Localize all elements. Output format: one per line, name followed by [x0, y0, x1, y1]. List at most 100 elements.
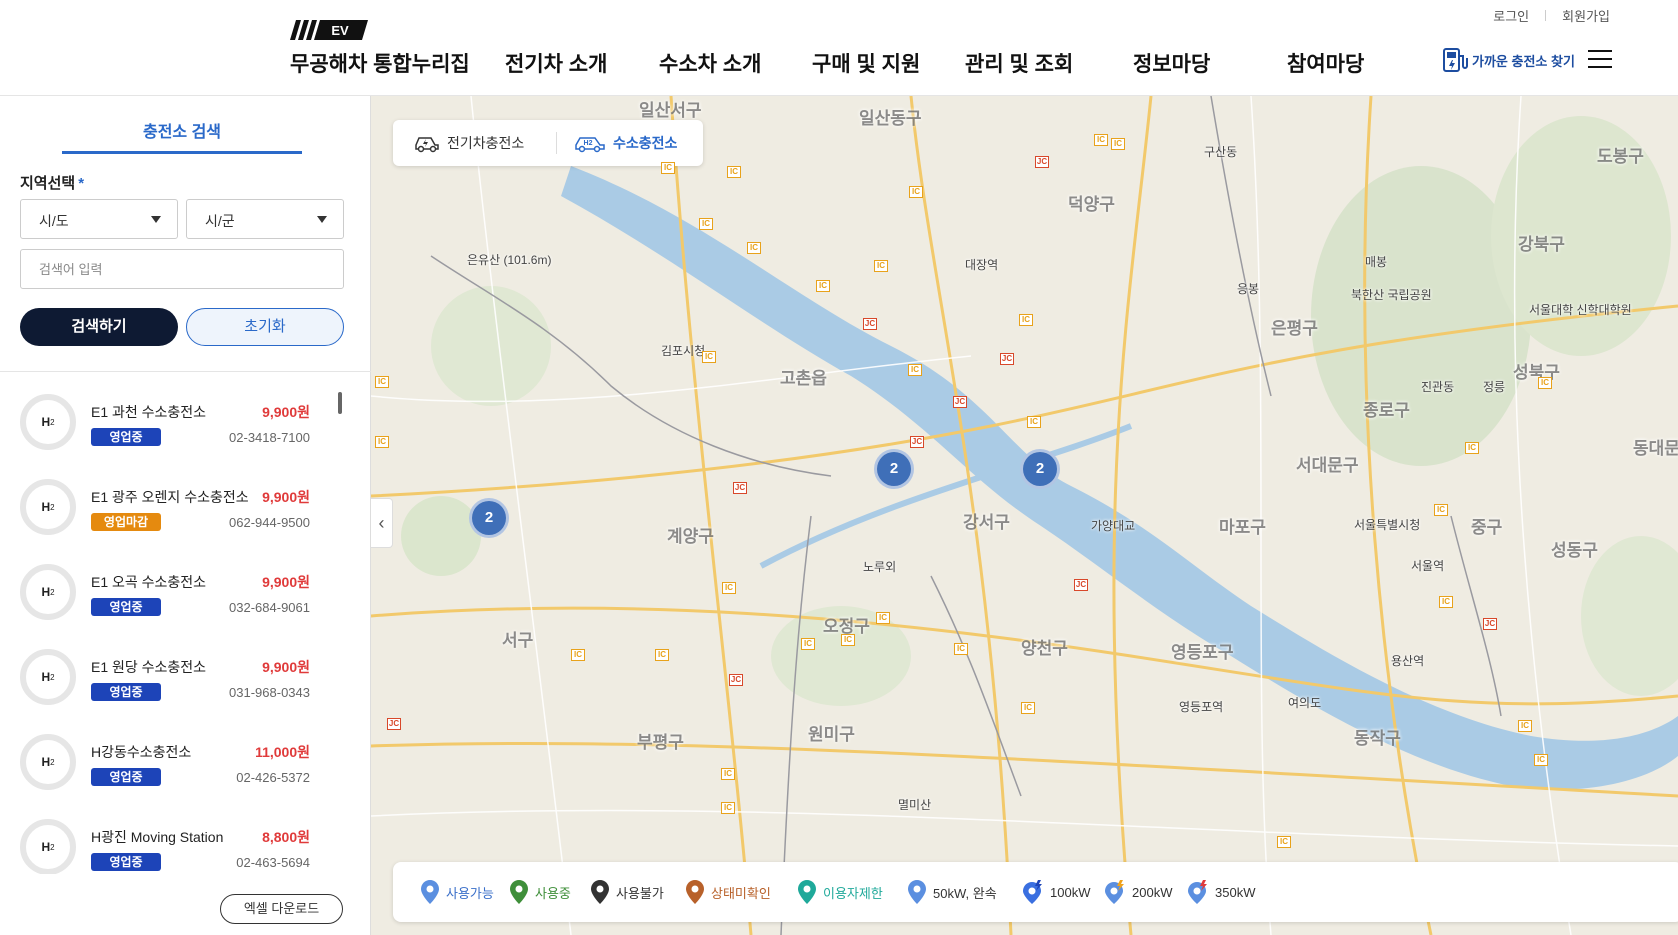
station-list: H2 E1 과천 수소충전소 9,900원 영업중 02-3418-7100 H… — [0, 372, 340, 874]
nav-info[interactable]: 정보마당 — [1133, 48, 1210, 78]
map-view[interactable]: 전기차충전소 H2 수소충전소 일산서구 일산동구 덕양구 도봉구 강북구 은평… — [371, 96, 1678, 935]
ic-marker: IC — [571, 649, 585, 661]
excel-download-button[interactable]: 엑셀 다운로드 — [220, 894, 343, 924]
station-cluster[interactable]: 2 — [469, 498, 509, 538]
district-label: 계양구 — [667, 527, 714, 546]
station-item[interactable]: H2 H광진 Moving Station 8,800원 영업중 02-463-… — [0, 797, 340, 874]
place-label: 서울대학 신학대학원 — [1529, 303, 1632, 317]
place-label: 진관동 — [1421, 380, 1455, 394]
pin-available-icon — [421, 880, 439, 904]
station-cluster[interactable]: 2 — [874, 449, 914, 489]
place-label: 멸미산 — [898, 798, 932, 812]
station-item[interactable]: H2 H강동수소충전소 11,000원 영업중 02-426-5372 — [0, 712, 340, 796]
legend-item: 350kW — [1188, 880, 1255, 904]
charger-icon — [1443, 48, 1468, 72]
signup-link[interactable]: 회원가입 — [1562, 6, 1610, 25]
sido-select[interactable]: 시/도 — [20, 199, 178, 239]
ic-marker: IC — [721, 802, 735, 814]
jc-marker: JC — [733, 482, 747, 494]
station-item[interactable]: H2 E1 오곡 수소충전소 9,900원 영업중 032-684-9061 — [0, 542, 340, 626]
ic-marker: IC — [841, 634, 855, 646]
top-links: 로그인 회원가입 — [1493, 6, 1610, 25]
legend-item: 상태미확인 — [686, 880, 771, 904]
status-badge: 영업중 — [91, 768, 161, 786]
station-price: 8,800원 — [262, 829, 310, 845]
place-label: 서울특별시청 — [1354, 518, 1421, 532]
station-item[interactable]: H2 E1 원당 수소충전소 9,900원 영업중 031-968-0343 — [0, 627, 340, 711]
svg-text:H2: H2 — [584, 140, 593, 147]
station-name: E1 과천 수소충전소 — [91, 404, 207, 420]
tab-ev-charger[interactable]: 전기차충전소 — [413, 120, 524, 166]
district-label: 서대문구 — [1296, 456, 1359, 475]
ic-marker: IC — [727, 166, 741, 178]
pin-restricted-icon — [798, 880, 816, 904]
station-item[interactable]: H2 E1 광주 오렌지 수소충전소 9,900원 영업마감 062-944-9… — [0, 457, 340, 541]
ic-marker: IC — [747, 242, 761, 254]
station-name: E1 원당 수소충전소 — [91, 659, 207, 675]
tab-ev-label: 전기차충전소 — [447, 135, 525, 151]
header: EV 무공해차 통합누리집 전기차 소개 수소차 소개 구매 및 지원 관리 및… — [0, 0, 1678, 96]
place-label: 매봉 — [1365, 255, 1388, 269]
tab-h2-charger[interactable]: H2 수소충전소 — [573, 120, 677, 166]
caret-down-icon — [151, 216, 161, 223]
search-button[interactable]: 검색하기 — [20, 308, 178, 346]
divider — [556, 132, 557, 154]
nav-participate[interactable]: 참여마당 — [1287, 48, 1364, 78]
nav-purchase[interactable]: 구매 및 지원 — [812, 48, 920, 78]
station-item[interactable]: H2 E1 과천 수소충전소 9,900원 영업중 02-3418-7100 — [0, 372, 340, 456]
legend-label: 50kW, 완속 — [933, 885, 997, 901]
pin-unknown-icon — [686, 880, 704, 904]
station-price: 9,900원 — [262, 404, 310, 420]
reset-button[interactable]: 초기화 — [186, 308, 344, 346]
legend-item: 50kW, 완속 — [908, 880, 997, 904]
pin-200kw-icon — [1105, 880, 1124, 904]
legend-label: 100kW — [1050, 884, 1091, 900]
nav-manage[interactable]: 관리 및 조회 — [965, 48, 1073, 78]
station-name: H강동수소충전소 — [91, 744, 192, 760]
ev-logo[interactable]: EV — [290, 20, 368, 40]
legend-label: 200kW — [1132, 884, 1173, 900]
legend-label: 상태미확인 — [711, 885, 771, 901]
list-scrollbar[interactable] — [338, 392, 342, 414]
nav-ev-intro[interactable]: 전기차 소개 — [505, 48, 607, 78]
tab-station-search[interactable]: 충전소 검색 — [62, 118, 302, 154]
station-phone: 062-944-9500 — [229, 515, 310, 530]
pin-100kw-icon — [1023, 880, 1042, 904]
legend-label: 이용자제한 — [823, 885, 883, 901]
station-cluster[interactable]: 2 — [1020, 449, 1060, 489]
login-link[interactable]: 로그인 — [1493, 6, 1529, 25]
near-station-button[interactable]: 가까운 충전소 찾기 — [1442, 46, 1575, 74]
h2-icon: H2 — [20, 734, 76, 790]
search-input[interactable] — [20, 249, 344, 289]
ic-marker: IC — [1439, 596, 1453, 608]
ic-marker: IC — [1538, 377, 1552, 389]
menu-icon[interactable] — [1588, 50, 1612, 68]
place-label: 대장역 — [965, 258, 999, 272]
sigun-select[interactable]: 시/군 — [186, 199, 344, 239]
region-label: 지역선택 * — [20, 175, 85, 192]
legend-item: 이용자제한 — [798, 880, 883, 904]
tab-h2-label: 수소충전소 — [613, 135, 678, 151]
h2-car-icon: H2 — [575, 137, 605, 153]
place-label: 북한산 국립공원 — [1351, 288, 1432, 302]
place-label: 김포시청 — [661, 344, 706, 358]
nav-h2-intro[interactable]: 수소차 소개 — [659, 48, 761, 78]
status-badge: 영업중 — [91, 428, 161, 446]
ic-marker: IC — [1021, 702, 1035, 714]
legend-item: 사용가능 — [421, 880, 494, 904]
place-label: 용산역 — [1391, 654, 1425, 668]
station-phone: 02-463-5694 — [236, 855, 310, 870]
district-label: 중구 — [1471, 518, 1503, 537]
map-type-tabs: 전기차충전소 H2 수소충전소 — [393, 120, 703, 166]
ic-marker: IC — [1534, 754, 1548, 766]
place-label: 응봉 — [1237, 282, 1260, 296]
station-price: 9,900원 — [262, 574, 310, 590]
place-label: 가양대교 — [1091, 519, 1136, 533]
station-phone: 02-3418-7100 — [229, 430, 310, 445]
jc-marker: JC — [910, 436, 924, 448]
brand-title[interactable]: 무공해차 통합누리집 — [290, 48, 470, 78]
ic-marker: IC — [876, 612, 890, 624]
collapse-sidebar-button[interactable]: ‹ — [371, 498, 393, 548]
district-label: 동작구 — [1354, 729, 1401, 748]
h2-icon: H2 — [20, 479, 76, 535]
